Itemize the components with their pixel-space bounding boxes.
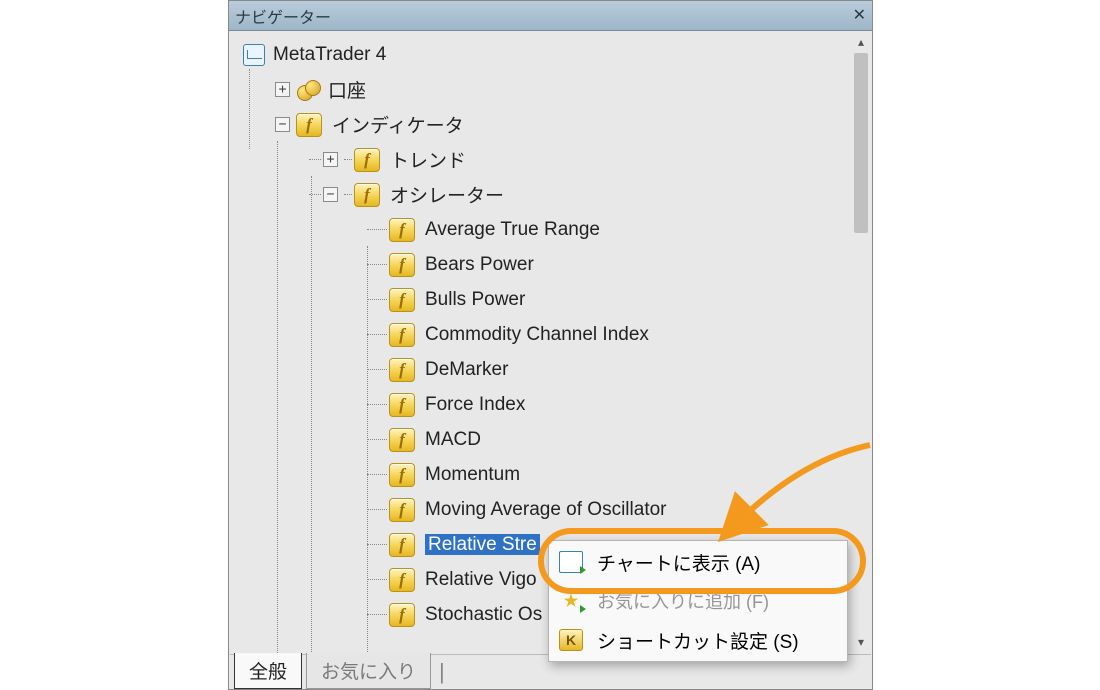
- tree-item-oscillator[interactable]: Bears Power: [237, 247, 872, 282]
- indicator-icon: [389, 498, 415, 522]
- tree-item-label: Bears Power: [425, 254, 534, 276]
- tree-item-label: DeMarker: [425, 359, 508, 381]
- tree-item-label: Stochastic Os: [425, 604, 542, 626]
- context-menu: チャートに表示 (A) お気に入りに追加 (F) ショートカット設定 (S): [548, 540, 848, 662]
- indicator-icon: [389, 218, 415, 242]
- expand-icon[interactable]: +: [275, 82, 290, 97]
- tree-item-oscillator[interactable]: MACD: [237, 422, 872, 457]
- tree-item-label: Force Index: [425, 394, 525, 416]
- tree-item-oscillator[interactable]: Bulls Power: [237, 282, 872, 317]
- tree-item-label: Moving Average of Oscillator: [425, 499, 667, 521]
- ctx-show-on-chart[interactable]: チャートに表示 (A): [549, 541, 847, 583]
- mt4-icon: [243, 44, 265, 66]
- tree-node-accounts[interactable]: + 口座: [237, 72, 872, 107]
- vertical-scrollbar[interactable]: ▴ ▾: [852, 33, 870, 651]
- indicator-icon: [389, 288, 415, 312]
- chart-icon: [559, 551, 583, 573]
- tab-general[interactable]: 全般: [234, 653, 302, 689]
- ctx-label: ショートカット設定 (S): [597, 627, 799, 654]
- tree-item-label: MACD: [425, 429, 481, 451]
- indicator-icon: [389, 463, 415, 487]
- scroll-up-icon[interactable]: ▴: [852, 33, 870, 51]
- indicator-icon: [389, 253, 415, 277]
- tree-item-oscillator[interactable]: Commodity Channel Index: [237, 317, 872, 352]
- indicator-icon: [389, 568, 415, 592]
- indicator-icon: [389, 428, 415, 452]
- panel-titlebar: ナビゲーター ✕: [229, 1, 872, 31]
- favorite-icon: [559, 590, 583, 612]
- tree-item-label: Relative Vigo: [425, 569, 537, 591]
- tree-root-label: MetaTrader 4: [273, 44, 386, 66]
- tree-label: オシレーター: [390, 181, 504, 208]
- indicator-icon: [389, 603, 415, 627]
- close-icon[interactable]: ✕: [853, 5, 866, 25]
- tab-separator: |: [439, 659, 445, 685]
- scroll-down-icon[interactable]: ▾: [852, 633, 870, 651]
- tree-node-trend[interactable]: + トレンド: [237, 142, 872, 177]
- tree-item-label: Relative Stre: [425, 534, 540, 556]
- tree-item-label: Commodity Channel Index: [425, 324, 649, 346]
- tree-item-oscillator[interactable]: Force Index: [237, 387, 872, 422]
- ctx-shortcut[interactable]: ショートカット設定 (S): [549, 619, 847, 661]
- tree-root[interactable]: MetaTrader 4: [237, 37, 872, 72]
- ctx-label: お気に入りに追加 (F): [597, 588, 769, 614]
- indicator-folder-icon: [354, 148, 380, 172]
- tree-item-label: Momentum: [425, 464, 520, 486]
- indicator-icon: [389, 533, 415, 557]
- accounts-icon: [296, 79, 320, 101]
- tree-item-oscillator[interactable]: DeMarker: [237, 352, 872, 387]
- indicator-folder-icon: [296, 113, 322, 137]
- collapse-icon[interactable]: −: [323, 187, 338, 202]
- tab-favorites[interactable]: お気に入り: [306, 653, 431, 689]
- indicator-icon: [389, 323, 415, 347]
- panel-title-text: ナビゲーター: [235, 4, 331, 28]
- tree-node-indicators[interactable]: − インディケータ: [237, 107, 872, 142]
- collapse-icon[interactable]: −: [275, 117, 290, 132]
- tree-item-label: Average True Range: [425, 219, 600, 241]
- tree-item-oscillator[interactable]: Momentum: [237, 457, 872, 492]
- tree-item-oscillator[interactable]: Average True Range: [237, 212, 872, 247]
- indicator-folder-icon: [354, 183, 380, 207]
- expand-icon[interactable]: +: [323, 152, 338, 167]
- indicator-icon: [389, 358, 415, 382]
- tree-label: トレンド: [390, 146, 466, 173]
- tree-item-label: Bulls Power: [425, 289, 525, 311]
- ctx-label: チャートに表示 (A): [597, 549, 760, 576]
- ctx-add-favorite[interactable]: お気に入りに追加 (F): [549, 583, 847, 619]
- indicator-icon: [389, 393, 415, 417]
- tree-label: インディケータ: [332, 111, 464, 138]
- tree-node-oscillators[interactable]: − オシレーター: [237, 177, 872, 212]
- scroll-thumb[interactable]: [854, 53, 868, 233]
- tree-item-oscillator[interactable]: Moving Average of Oscillator: [237, 492, 872, 527]
- keyboard-icon: [559, 629, 583, 651]
- tree-label: 口座: [328, 76, 366, 103]
